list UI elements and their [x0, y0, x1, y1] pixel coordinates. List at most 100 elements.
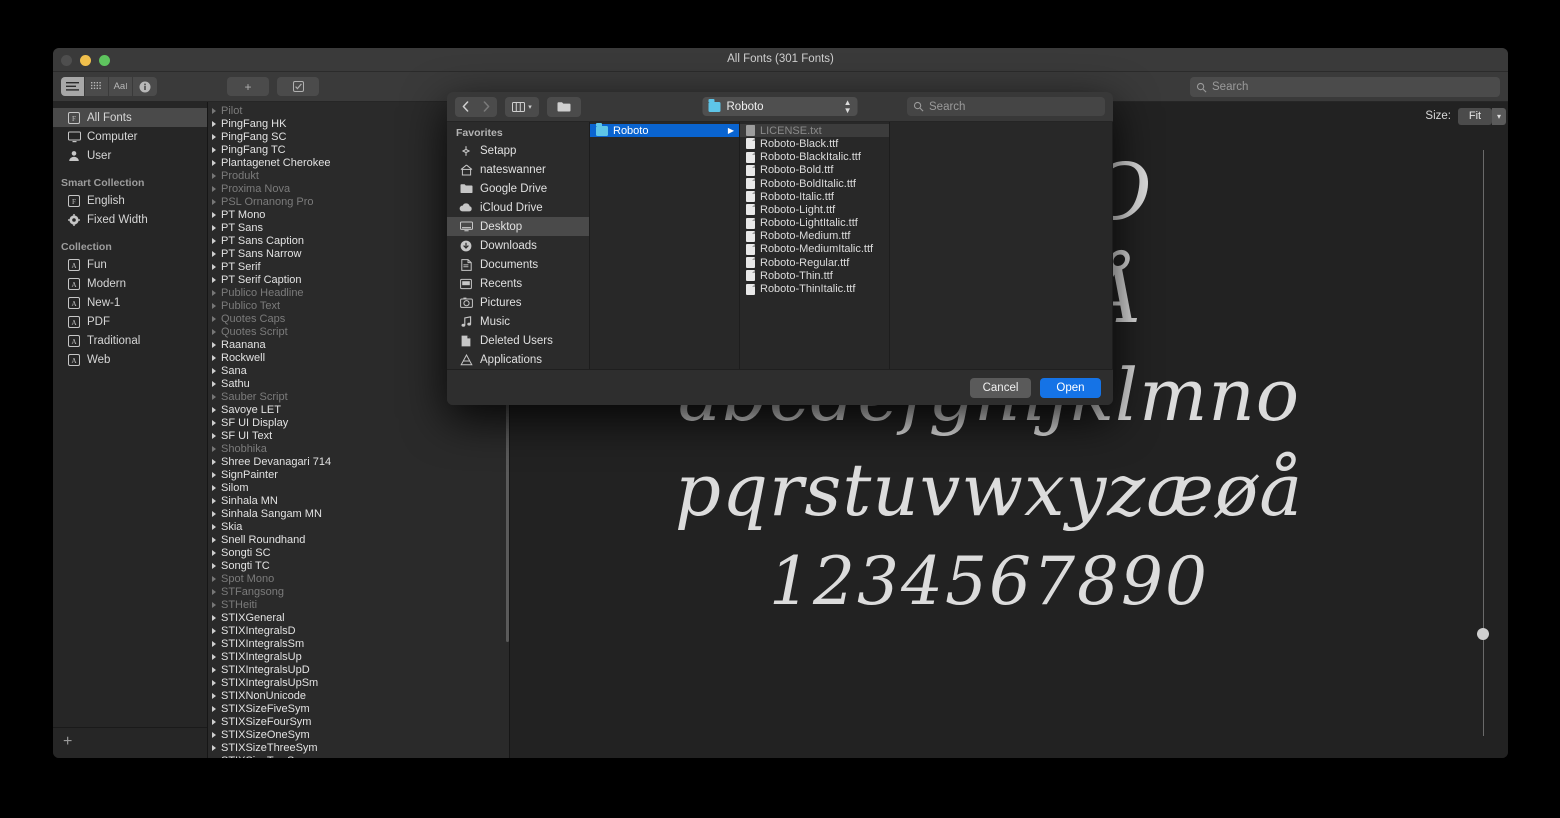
font-list-item[interactable]: Shobhika [208, 442, 509, 455]
path-popup-button[interactable]: Roboto ▲ ▼ [702, 97, 858, 117]
disclosure-triangle-icon[interactable] [212, 731, 216, 738]
sidebar-item-all-fonts[interactable]: F All Fonts [53, 108, 207, 127]
font-list-item[interactable]: STIXGeneral [208, 611, 509, 624]
back-button[interactable] [455, 96, 476, 117]
favorite-item-icloud-drive[interactable]: iCloud Drive [447, 198, 589, 217]
disclosure-triangle-icon[interactable] [212, 172, 216, 179]
dialog-file-row[interactable]: Roboto-BoldItalic.ttf [740, 177, 889, 190]
collection-item-new-1[interactable]: A New-1 [53, 293, 207, 312]
dialog-file-row[interactable]: Roboto-Italic.ttf [740, 190, 889, 203]
disclosure-triangle-icon[interactable] [212, 601, 216, 608]
sidebar-item-computer[interactable]: Computer [53, 127, 207, 146]
disclosure-triangle-icon[interactable] [212, 497, 216, 504]
disclosure-triangle-icon[interactable] [212, 185, 216, 192]
disclosure-triangle-icon[interactable] [212, 692, 216, 699]
disclosure-triangle-icon[interactable] [212, 263, 216, 270]
favorite-item-desktop[interactable]: Desktop [447, 217, 589, 237]
disclosure-triangle-icon[interactable] [212, 536, 216, 543]
font-list-item[interactable]: STIXIntegralsUp [208, 650, 509, 663]
font-list-item[interactable]: STFangsong [208, 585, 509, 598]
disclosure-triangle-icon[interactable] [212, 510, 216, 517]
disclosure-triangle-icon[interactable] [212, 224, 216, 231]
disclosure-triangle-icon[interactable] [212, 575, 216, 582]
font-list-item[interactable]: STIXIntegralsUpSm [208, 676, 509, 689]
smart-item-english[interactable]: F English [53, 191, 207, 210]
column-view-button[interactable]: ▾ [505, 96, 539, 117]
favorite-item-applications[interactable]: Applications [447, 350, 589, 369]
add-font-button[interactable]: + [227, 77, 269, 96]
list-view-icon[interactable] [61, 77, 85, 96]
dialog-search-input[interactable]: Search [907, 97, 1105, 117]
font-list-item[interactable]: Spot Mono [208, 572, 509, 585]
disclosure-triangle-icon[interactable] [212, 614, 216, 621]
font-list-item[interactable]: STIXSizeTwoSym [208, 754, 509, 758]
collection-item-web[interactable]: A Web [53, 350, 207, 369]
font-list-item[interactable]: Sinhala MN [208, 494, 509, 507]
favorite-item-deleted-users[interactable]: Deleted Users [447, 331, 589, 350]
sidebar-item-user[interactable]: User [53, 146, 207, 165]
dialog-file-row[interactable]: Roboto-Medium.ttf [740, 230, 889, 243]
view-mode-segmented-control[interactable]: Aa I [61, 77, 157, 96]
disclosure-triangle-icon[interactable] [212, 588, 216, 595]
disclosure-triangle-icon[interactable] [212, 289, 216, 296]
disclosure-triangle-icon[interactable] [212, 315, 216, 322]
font-list-item[interactable]: STIXNonUnicode [208, 689, 509, 702]
favorite-item-pictures[interactable]: Pictures [447, 293, 589, 312]
disclosure-triangle-icon[interactable] [212, 159, 216, 166]
font-list-item[interactable]: SignPainter [208, 468, 509, 481]
disclosure-triangle-icon[interactable] [212, 341, 216, 348]
favorite-item-downloads[interactable]: Downloads [447, 236, 589, 255]
font-search-input[interactable]: Search [1190, 77, 1500, 97]
dialog-folder-row[interactable]: Roboto ▶ [590, 123, 739, 138]
font-list-item[interactable]: Snell Roundhand [208, 533, 509, 546]
dialog-file-row[interactable]: Roboto-Light.ttf [740, 203, 889, 216]
dialog-file-row[interactable]: LICENSE.txt [740, 124, 889, 138]
disclosure-triangle-icon[interactable] [212, 705, 216, 712]
disclosure-triangle-icon[interactable] [212, 471, 216, 478]
disclosure-triangle-icon[interactable] [212, 744, 216, 751]
disclosure-triangle-icon[interactable] [212, 523, 216, 530]
dialog-column-2[interactable]: LICENSE.txt Roboto-Black.ttf Roboto-BlackI… [740, 122, 890, 370]
disclosure-triangle-icon[interactable] [212, 367, 216, 374]
font-list-item[interactable]: Skia [208, 520, 509, 533]
disclosure-triangle-icon[interactable] [212, 276, 216, 283]
disclosure-triangle-icon[interactable] [212, 653, 216, 660]
collection-item-modern[interactable]: A Modern [53, 274, 207, 293]
disclosure-triangle-icon[interactable] [212, 302, 216, 309]
collection-item-pdf[interactable]: A PDF [53, 312, 207, 331]
disclosure-triangle-icon[interactable] [212, 354, 216, 361]
dialog-file-row[interactable]: Roboto-Bold.ttf [740, 164, 889, 177]
font-list-item[interactable]: STIXSizeFiveSym [208, 702, 509, 715]
favorite-item-nateswanner[interactable]: nateswanner [447, 160, 589, 179]
disclosure-triangle-icon[interactable] [212, 406, 216, 413]
font-list-item[interactable]: Silom [208, 481, 509, 494]
disclosure-triangle-icon[interactable] [212, 445, 216, 452]
font-list-item[interactable]: SF UI Display [208, 416, 509, 429]
dialog-file-row[interactable]: Roboto-ThinItalic.ttf [740, 282, 889, 295]
collection-item-fun[interactable]: A Fun [53, 255, 207, 274]
disclosure-triangle-icon[interactable] [212, 120, 216, 127]
font-list-item[interactable]: Songti SC [208, 546, 509, 559]
font-list-item[interactable]: STIXSizeThreeSym [208, 741, 509, 754]
disclosure-triangle-icon[interactable] [212, 380, 216, 387]
disclosure-triangle-icon[interactable] [212, 146, 216, 153]
disclosure-triangle-icon[interactable] [212, 237, 216, 244]
disclosure-triangle-icon[interactable] [212, 484, 216, 491]
grid-view-icon[interactable] [85, 77, 109, 96]
info-view-icon[interactable] [133, 77, 157, 96]
favorite-item-recents[interactable]: Recents [447, 274, 589, 293]
disclosure-triangle-icon[interactable] [212, 198, 216, 205]
favorite-item-setapp[interactable]: Setapp [447, 141, 589, 160]
disclosure-triangle-icon[interactable] [212, 250, 216, 257]
size-slider[interactable] [1477, 150, 1489, 736]
disclosure-triangle-icon[interactable] [212, 718, 216, 725]
disclosure-triangle-icon[interactable] [212, 107, 216, 114]
disclosure-triangle-icon[interactable] [212, 133, 216, 140]
disclosure-triangle-icon[interactable] [212, 679, 216, 686]
font-list-item[interactable]: Sinhala Sangam MN [208, 507, 509, 520]
font-list-item[interactable]: STIXSizeFourSym [208, 715, 509, 728]
smart-item-fixed-width[interactable]: Fixed Width [53, 210, 207, 229]
font-list-item[interactable]: Shree Devanagari 714 [208, 455, 509, 468]
group-by-button[interactable] [547, 96, 581, 117]
validate-font-button[interactable] [277, 77, 319, 96]
